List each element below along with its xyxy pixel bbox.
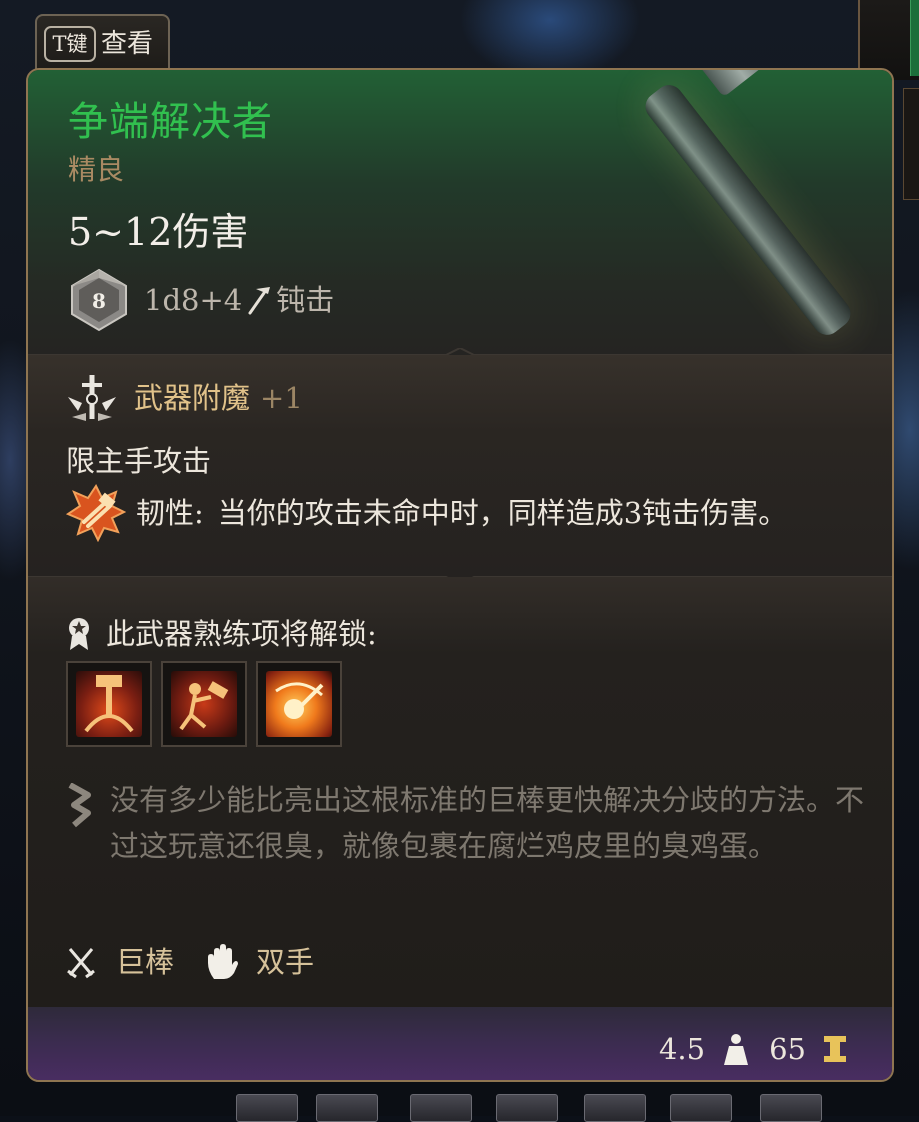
- hotbar-slot[interactable]: [670, 1094, 732, 1122]
- tooltip-footer: 4.5 65: [28, 1007, 892, 1080]
- hotkey-label: 查看: [101, 29, 154, 59]
- tenacity-description: 当你的攻击未命中时，同样造成3钝击伤害。: [217, 496, 788, 530]
- d8-dice-icon: 8: [71, 268, 127, 332]
- damage-type: 钝击: [276, 283, 335, 317]
- flavor-row: 没有多少能比亮出这根标准的巨棒更快解决分歧的方法。不过这玩意还很臭，就像包裹在腐…: [66, 777, 866, 869]
- hotbar-slot[interactable]: [316, 1094, 378, 1122]
- flavor-text: 没有多少能比亮出这根标准的巨棒更快解决分歧的方法。不过这玩意还很臭，就像包裹在腐…: [110, 783, 865, 863]
- side-panel-edge: [903, 88, 919, 200]
- overhead-smash-icon: [76, 671, 142, 737]
- item-rarity: 精良: [68, 153, 125, 186]
- item-value: 65: [769, 1032, 806, 1066]
- enchantment-row: 武器附魔 +1: [64, 375, 303, 421]
- enchantment-name: 武器附魔: [134, 381, 251, 415]
- tenacity-strike-icon: [171, 671, 237, 737]
- proficiency-section: 此武器熟练项将解锁: 没有多少能比亮出这根标准的巨棒更快解决分歧的方法。不过这玩…: [28, 577, 892, 1007]
- item-weight: 4.5: [658, 1032, 706, 1066]
- proficiency-actions: [66, 661, 351, 747]
- main-hand-only: 限主手攻击: [66, 444, 212, 478]
- damage-range: 5~12伤害: [68, 210, 249, 254]
- hammer-icon: [248, 287, 271, 315]
- tooltip-header: 争端解决者 精良 5~12伤害 8 1d8+4 钝击: [28, 70, 892, 355]
- greatclub-art: [639, 79, 857, 341]
- handedness: 双手: [256, 945, 315, 979]
- action-slot[interactable]: [256, 661, 342, 747]
- hand-icon: [208, 944, 239, 979]
- item-tooltip: 争端解决者 精良 5~12伤害 8 1d8+4 钝击 武器附魔 +1 限主手攻击…: [26, 68, 894, 1082]
- tenacity-row: 韧性: 当你的攻击未命中时，同样造成3钝击伤害。: [66, 484, 788, 542]
- weight-icon: [724, 1034, 749, 1065]
- proficiency-label: 此武器熟练项将解锁:: [106, 617, 377, 651]
- dice-row: 8 1d8+4 钝击: [68, 268, 334, 332]
- greatclub-art-tip: [696, 70, 770, 98]
- weapon-type: 巨棒: [116, 945, 175, 979]
- hotbar-slot[interactable]: [410, 1094, 472, 1122]
- footer-stats: 4.5 65: [659, 1027, 848, 1071]
- weapon-enchantment-icon: [68, 375, 116, 421]
- quote-icon: [68, 783, 91, 828]
- action-slot[interactable]: [161, 661, 247, 747]
- tenacity-name: 韧性:: [136, 496, 204, 530]
- item-name: 争端解决者: [68, 99, 273, 145]
- hotkey-badge: T键: [44, 26, 96, 62]
- hotbar-slot[interactable]: [584, 1094, 646, 1122]
- health-bar: [910, 0, 919, 76]
- hotbar-slot[interactable]: [760, 1094, 822, 1122]
- hotbar-slot[interactable]: [236, 1094, 298, 1122]
- weapon-properties: 巨棒 双手: [66, 937, 314, 987]
- proficiency-icon: [69, 618, 89, 650]
- gold-coin-icon: [824, 1036, 846, 1062]
- dice-face-label: 8: [92, 289, 106, 313]
- enchantment-bonus: +1: [260, 381, 303, 415]
- enchantment-section: 武器附魔 +1 限主手攻击 韧性: 当你的攻击未命中时，同样造成3钝击伤害。: [28, 355, 892, 577]
- proficiency-row: 此武器熟练项将解锁:: [66, 611, 377, 657]
- action-slot[interactable]: [66, 661, 152, 747]
- tenacity-icon: [66, 484, 126, 542]
- hotbar-strip: [200, 1090, 919, 1122]
- concussive-blow-icon: [266, 671, 332, 737]
- dice-roll: 1d8+4: [144, 283, 243, 317]
- hotbar-slot[interactable]: [496, 1094, 558, 1122]
- crossed-swords-icon: [67, 948, 95, 979]
